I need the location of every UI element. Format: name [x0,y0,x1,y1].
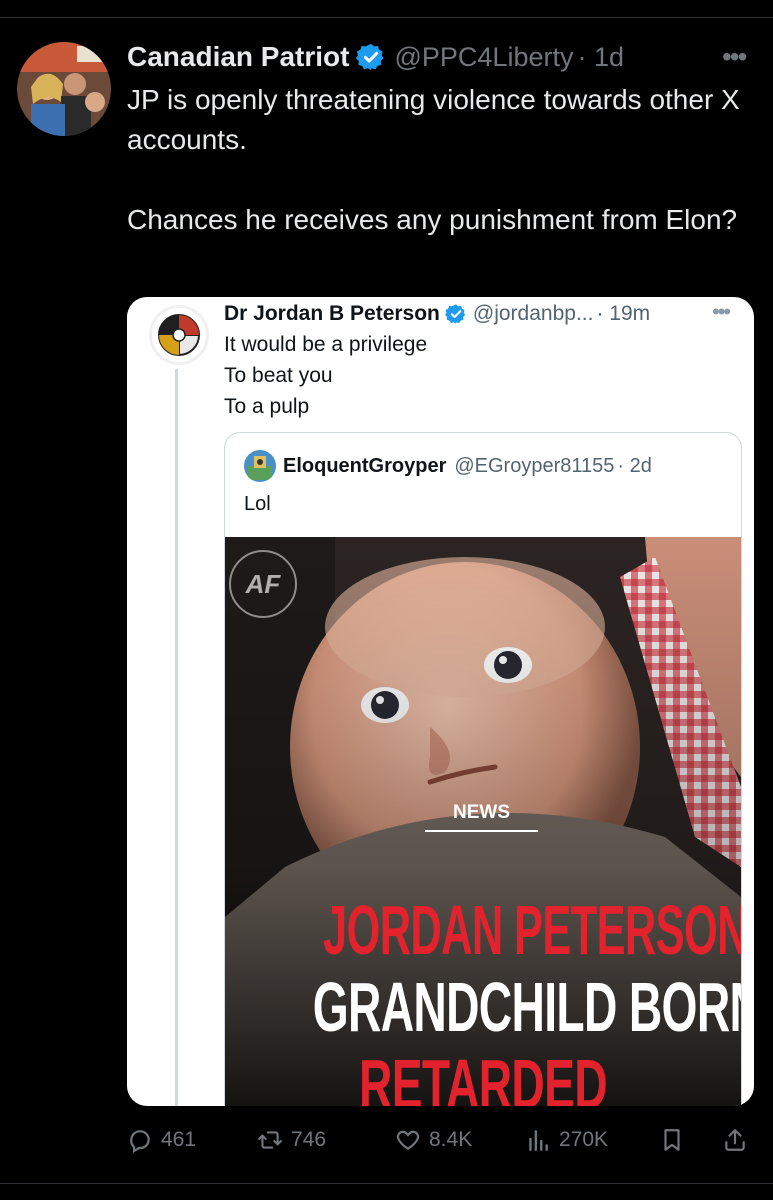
like-count: 8.4K [429,1128,473,1151]
quoted-post-header: Dr Jordan B Peterson @jordanbp... · 19m [224,299,650,329]
quoted-line-2: To beat you [224,364,333,387]
verified-badge-icon [444,304,466,324]
action-bar: 461 746 8.4K 270K [127,1123,754,1157]
top-divider [0,17,773,18]
quoted-handle: @jordanbp... [472,302,594,325]
nested-timestamp: · 2d [617,454,652,477]
nested-text: Lol [244,493,271,515]
af-logo: AF [245,569,281,599]
like-button[interactable]: 8.4K [395,1123,472,1157]
timestamp[interactable]: · 1d [577,42,624,73]
quoted-display-name: Dr Jordan B Peterson [224,302,440,325]
nested-header: EloquentGroyper @EGroyper81155 · 2d [283,451,652,481]
post-text-paragraph-2: Chances he receives any punishment from … [127,204,738,235]
quoted-more-icon: ••• [712,299,731,324]
display-name[interactable]: Canadian Patriot [127,41,349,73]
quoted-post-image[interactable]: Dr Jordan B Peterson @jordanbp... · 19m … [127,297,754,1106]
nested-quote-card: EloquentGroyper @EGroyper81155 · 2d Lol [224,432,742,1106]
views-icon [529,1130,548,1151]
bookmark-button[interactable] [659,1123,693,1157]
views-button[interactable]: 270K [525,1123,608,1157]
repost-icon [258,1131,282,1149]
bottom-divider [0,1183,773,1184]
avatar[interactable] [17,42,111,136]
nested-display-name: EloquentGroyper [283,454,447,477]
headline-line-3: RETARDED [359,1045,608,1106]
quoted-post-text: It would be a privilege To beat you To a… [224,329,427,422]
headline-line-1: JORDAN PETERSON'S [323,891,741,969]
share-icon [725,1129,745,1151]
thread-line [175,369,178,1106]
quoted-timestamp: · 19m [596,302,651,325]
reply-button[interactable]: 461 [127,1123,196,1157]
repost-count: 746 [291,1128,327,1151]
share-button[interactable] [722,1123,756,1157]
news-image: AF NEWS JORDAN PETERSON'S GRANDCHILD BOR… [225,537,741,1106]
bookmark-icon [664,1129,680,1151]
news-badge: NEWS [425,802,538,832]
jp-avatar [149,305,209,365]
nested-avatar [244,450,276,482]
post-header: Canadian Patriot @PPC4Liberty · 1d [127,38,624,76]
quoted-line-1: It would be a privilege [224,333,428,356]
views-count: 270K [559,1128,609,1151]
quoted-line-3: To a pulp [224,395,310,418]
post-text-paragraph-1: JP is openly threatening violence toward… [127,84,740,155]
nested-handle: @EGroyper81155 [454,454,615,477]
headline-line-2: GRANDCHILD BORN [312,968,741,1046]
verified-badge-icon [356,43,384,71]
post-body: JP is openly threatening violence toward… [127,80,757,240]
heart-icon [396,1130,420,1150]
handle[interactable]: @PPC4Liberty [394,42,573,73]
reply-icon [130,1130,150,1153]
reply-count: 461 [161,1128,197,1151]
more-icon[interactable]: ••• [722,42,754,72]
repost-button[interactable]: 746 [257,1123,326,1157]
